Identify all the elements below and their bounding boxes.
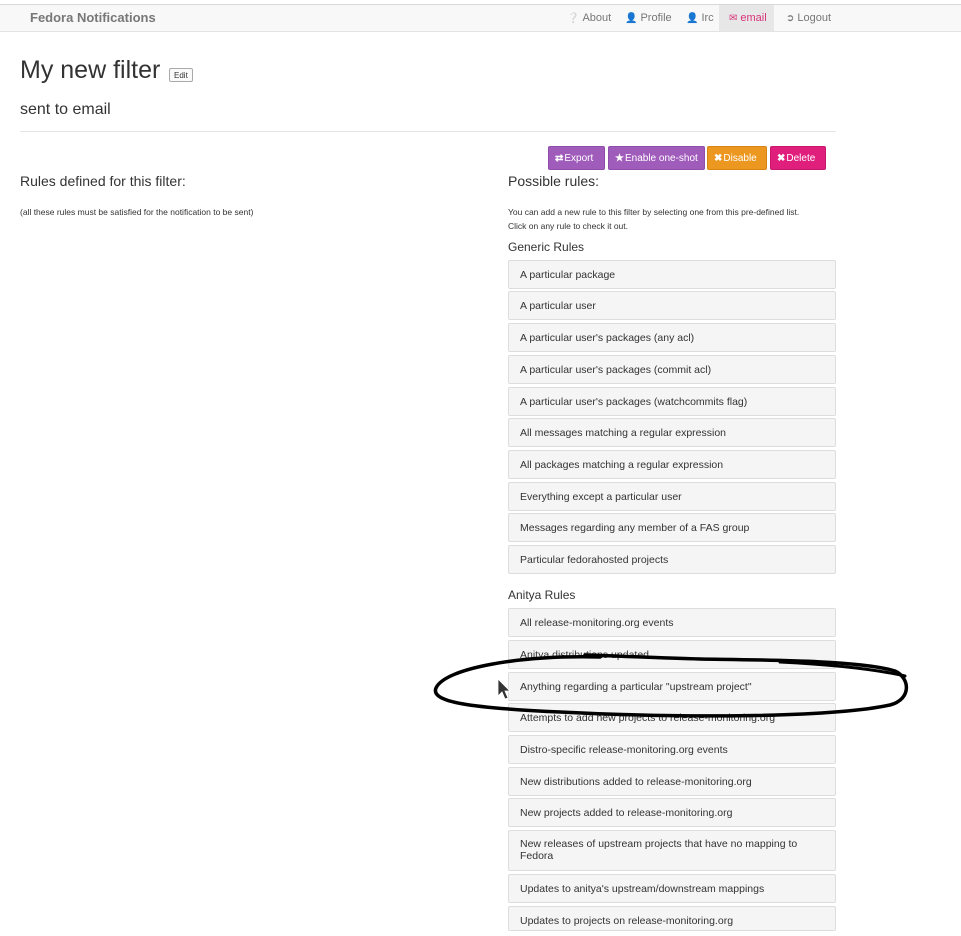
nav-email[interactable]: ✉ email (719, 5, 774, 31)
rule-item[interactable]: New releases of upstream projects that h… (508, 830, 836, 871)
nav-logout[interactable]: ➲ Logout (776, 5, 841, 31)
possible-rules-help-2: Click on any rule to check it out. (508, 221, 629, 231)
rule-item[interactable]: Distro-specific release-monitoring.org e… (508, 735, 836, 764)
enable-one-shot-button[interactable]: ★Enable one-shot (608, 146, 705, 170)
user-icon: 👤 (625, 13, 638, 24)
generic-rules-heading: Generic Rules (508, 240, 585, 254)
possible-rules-heading: Possible rules: (508, 173, 600, 189)
edit-button[interactable]: Edit (169, 68, 193, 82)
possible-rules-help-1: You can add a new rule to this filter by… (508, 207, 800, 217)
rules-defined-heading: Rules defined for this filter: (20, 173, 186, 189)
filter-subtitle: sent to email (20, 101, 111, 118)
delete-button[interactable]: ✖Delete (770, 146, 826, 170)
nav-about-label: About (582, 12, 612, 24)
rule-item[interactable]: Everything except a particular user (508, 482, 836, 511)
top-navbar: Fedora Notifications ❔ About 👤 Profile 👤 Ir… (0, 4, 961, 32)
rule-item[interactable]: All packages matching a regular expressi… (508, 450, 836, 479)
envelope-icon: ✉ (729, 13, 738, 24)
export-button-label: Export (564, 153, 594, 164)
brand-link[interactable]: Fedora Notifications (30, 10, 156, 25)
export-button[interactable]: ⇄Export (548, 146, 605, 170)
delete-button-label: Delete (786, 153, 816, 164)
disable-button[interactable]: ✖Disable (707, 146, 767, 170)
nav-profile[interactable]: 👤 Profile (615, 5, 682, 31)
export-icon: ⇄ (555, 153, 564, 164)
nav-about[interactable]: ❔ About (557, 5, 621, 31)
nav-email-label: email (740, 12, 767, 24)
question-circle-icon: ❔ (567, 13, 580, 24)
user-icon: 👤 (686, 13, 699, 24)
star-icon: ★ (615, 153, 624, 164)
disable-button-label: Disable (723, 153, 757, 164)
rule-item[interactable]: A particular user's packages (watchcommi… (508, 387, 836, 416)
rule-item[interactable]: Attempts to add new projects to release-… (508, 703, 836, 732)
rule-item[interactable]: Anything regarding a particular "upstrea… (508, 672, 836, 701)
nav-irc-label: Irc (701, 12, 714, 24)
rule-item[interactable]: All release-monitoring.org events (508, 608, 836, 637)
rule-item[interactable]: Messages regarding any member of a FAS g… (508, 513, 836, 542)
rules-defined-note: (all these rules must be satisfied for t… (20, 207, 254, 217)
rule-item[interactable]: Updates to anitya's upstream/downstream … (508, 874, 836, 903)
rule-item[interactable]: Updates to projects on release-monitorin… (508, 906, 836, 931)
rule-item[interactable]: A particular user's packages (commit acl… (508, 355, 836, 384)
rule-item[interactable]: New projects added to release-monitoring… (508, 798, 836, 827)
x-icon: ✖ (714, 153, 723, 164)
rule-item[interactable]: New distributions added to release-monit… (508, 767, 836, 796)
rule-item[interactable]: All messages matching a regular expressi… (508, 418, 836, 447)
rule-item[interactable]: A particular package (508, 260, 836, 289)
page-title: My new filter (20, 56, 161, 84)
nav-irc[interactable]: 👤 Irc (676, 5, 724, 31)
anitya-rules-heading: Anitya Rules (508, 588, 576, 602)
rule-item[interactable]: A particular user's packages (any acl) (508, 323, 836, 352)
rule-item[interactable]: A particular user (508, 291, 836, 320)
nav-logout-label: Logout (797, 12, 832, 24)
rule-item[interactable]: Anitya distributions updated (508, 640, 836, 669)
divider (20, 131, 836, 132)
rule-item[interactable]: Particular fedorahosted projects (508, 545, 836, 574)
nav-profile-label: Profile (640, 12, 672, 24)
x-icon: ✖ (777, 153, 786, 164)
enable-one-shot-label: Enable one-shot (624, 153, 698, 164)
logout-icon: ➲ (786, 13, 795, 24)
